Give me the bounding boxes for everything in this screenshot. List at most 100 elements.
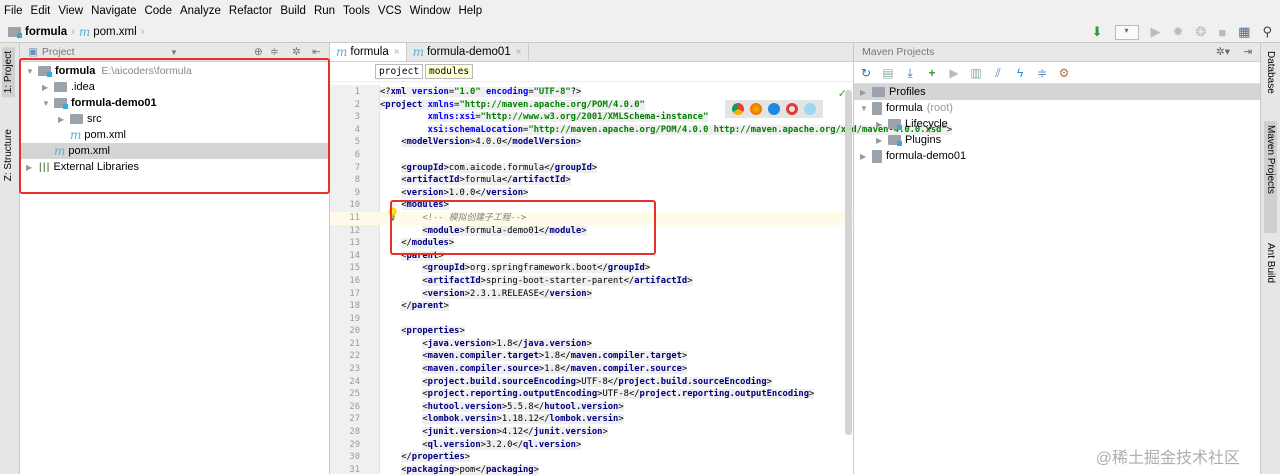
code-token: packaging	[485, 464, 534, 475]
menu-code[interactable]: Code	[144, 5, 172, 17]
structure-tool-tab[interactable]: Z: Structure	[2, 125, 15, 185]
debug-icon[interactable]: ✹	[1173, 24, 1184, 40]
menu-file[interactable]: File	[4, 5, 23, 17]
view-dropdown-icon[interactable]: ▼	[170, 48, 178, 57]
code-line: 5 <modelVersion>4.0.0</modelVersion>	[330, 136, 853, 149]
menu-edit[interactable]: Edit	[31, 5, 51, 17]
chrome-icon[interactable]	[732, 103, 744, 115]
code-line: 7 <groupId>com.aicode.formula</groupId>	[330, 162, 853, 175]
xml-breadcrumb[interactable]: modules	[425, 64, 474, 79]
code-token: >	[586, 288, 592, 299]
line-number: 17	[349, 288, 360, 299]
hide-panel-icon[interactable]: ⇤	[312, 46, 321, 58]
run-config-dropdown[interactable]: ▾	[1114, 24, 1139, 40]
nav-crumb-project[interactable]: formula	[8, 26, 67, 38]
stop-icon[interactable]: ■	[1218, 25, 1226, 40]
code-token: >	[602, 427, 608, 438]
database-tool-tab[interactable]: Database	[1264, 47, 1277, 98]
maven-settings-icon[interactable]: ⚙	[1057, 66, 1071, 80]
ie-icon[interactable]	[804, 103, 816, 115]
code-area[interactable]: 1 <?xml version="1.0" encoding="UTF-8"?> 2…	[330, 86, 953, 476]
add-icon[interactable]: +	[925, 66, 939, 80]
project-tool-tab[interactable]: 1: Project	[2, 47, 15, 98]
menu-analyze[interactable]: Analyze	[180, 5, 221, 17]
editor-scrollbar[interactable]	[845, 90, 852, 435]
maven-tool-tab[interactable]: Maven Projects	[1264, 121, 1277, 233]
code-token: </	[597, 263, 608, 274]
code-token: xmlns	[427, 99, 455, 110]
line-content: <version>1.0.0</version>	[380, 187, 529, 200]
code-token: <	[422, 389, 428, 400]
code-token: ql.version	[523, 439, 576, 450]
collapsed-arrow-icon[interactable]: ▶	[860, 88, 872, 97]
code-token: >	[618, 401, 624, 412]
run-icon[interactable]: ▶	[1151, 24, 1161, 40]
maven-tree-label: Lifecycle	[905, 118, 948, 130]
menu-run[interactable]: Run	[314, 5, 335, 17]
xml-breadcrumb[interactable]: project	[375, 64, 424, 79]
editor: m formula × m formula-demo01 × project modules…	[330, 43, 953, 476]
menu-window[interactable]: Window	[410, 5, 451, 17]
menu-navigate[interactable]: Navigate	[91, 5, 136, 17]
collapse-all-icon[interactable]: ≑	[1035, 66, 1049, 80]
collapse-all-icon[interactable]: ≑	[270, 46, 279, 58]
collapsed-arrow-icon[interactable]: ▶	[876, 120, 888, 129]
maven-tree-item[interactable]: ▼ formula (root)	[854, 100, 1260, 116]
run-icon[interactable]: ▶	[947, 66, 961, 80]
download-icon[interactable]: ⤓	[903, 66, 917, 80]
collapsed-arrow-icon[interactable]: ▶	[860, 152, 872, 161]
project-panel-title[interactable]: Project	[42, 46, 75, 58]
code-token: >	[809, 389, 815, 400]
settings-icon[interactable]: ✲	[292, 46, 301, 58]
code-line: 31 <packaging>pom</packaging>	[330, 464, 853, 476]
coverage-icon[interactable]: ❂	[1195, 24, 1206, 40]
menu-refactor[interactable]: Refactor	[229, 5, 272, 17]
ant-build-tool-tab[interactable]: Ant Build	[1264, 239, 1277, 287]
generate-sources-icon[interactable]: ▤	[881, 66, 895, 80]
close-icon[interactable]: ×	[394, 47, 400, 58]
project-structure-icon[interactable]: ▦	[1238, 24, 1250, 40]
expanded-arrow-icon[interactable]: ▼	[860, 104, 872, 113]
firefox-icon[interactable]	[750, 103, 762, 115]
locate-icon[interactable]: ⊕	[254, 46, 263, 58]
collapsed-arrow-icon[interactable]: ▶	[876, 136, 888, 145]
settings-icon[interactable]: ✲▾	[1216, 46, 1230, 58]
code-token: parent	[411, 301, 444, 312]
search-icon[interactable]: ⚲	[1262, 24, 1272, 40]
menu-view[interactable]: View	[58, 5, 83, 17]
code-token: <	[422, 351, 428, 362]
code-token: >	[443, 301, 449, 312]
code-token: artifactId	[427, 275, 481, 286]
maven-file-icon: m	[78, 25, 91, 39]
safari-icon[interactable]	[768, 103, 780, 115]
menu-help[interactable]: Help	[458, 5, 482, 17]
menu-build[interactable]: Build	[280, 5, 306, 17]
menu-tools[interactable]: Tools	[343, 5, 370, 17]
hide-panel-icon[interactable]: ⇥	[1243, 46, 1252, 58]
code-token: =	[475, 112, 481, 123]
maven-tree-item[interactable]: ▶ Lifecycle	[854, 116, 1260, 132]
maven-tree-item[interactable]: ▶ Plugins	[854, 132, 1260, 148]
menu-vcs[interactable]: VCS	[378, 5, 402, 17]
line-number: 26	[349, 401, 360, 412]
editor-tab[interactable]: m formula ×	[330, 43, 407, 61]
code-token: maven.compiler.source	[570, 364, 682, 375]
opera-icon[interactable]	[786, 103, 798, 115]
toggle-offline-icon[interactable]: ⫽	[991, 66, 1005, 80]
reimport-icon[interactable]: ↻	[859, 66, 873, 80]
build-icon[interactable]: ⬇	[1092, 24, 1103, 40]
nav-crumb-file[interactable]: m pom.xml	[79, 25, 137, 39]
skip-tests-icon[interactable]: ϟ	[1013, 66, 1027, 80]
maven-panel-title: Maven Projects	[862, 46, 935, 58]
editor-tab[interactable]: m formula-demo01 ×	[407, 43, 529, 61]
close-icon[interactable]: ×	[516, 47, 522, 58]
code-token: groupId	[607, 263, 645, 274]
maven-tree-item[interactable]: ▶ formula-demo01	[854, 148, 1260, 164]
code-token: </	[501, 175, 513, 186]
execute-goal-icon[interactable]: ▥	[969, 66, 983, 80]
maven-tree-item[interactable]: ▶ Profiles	[854, 84, 1260, 100]
